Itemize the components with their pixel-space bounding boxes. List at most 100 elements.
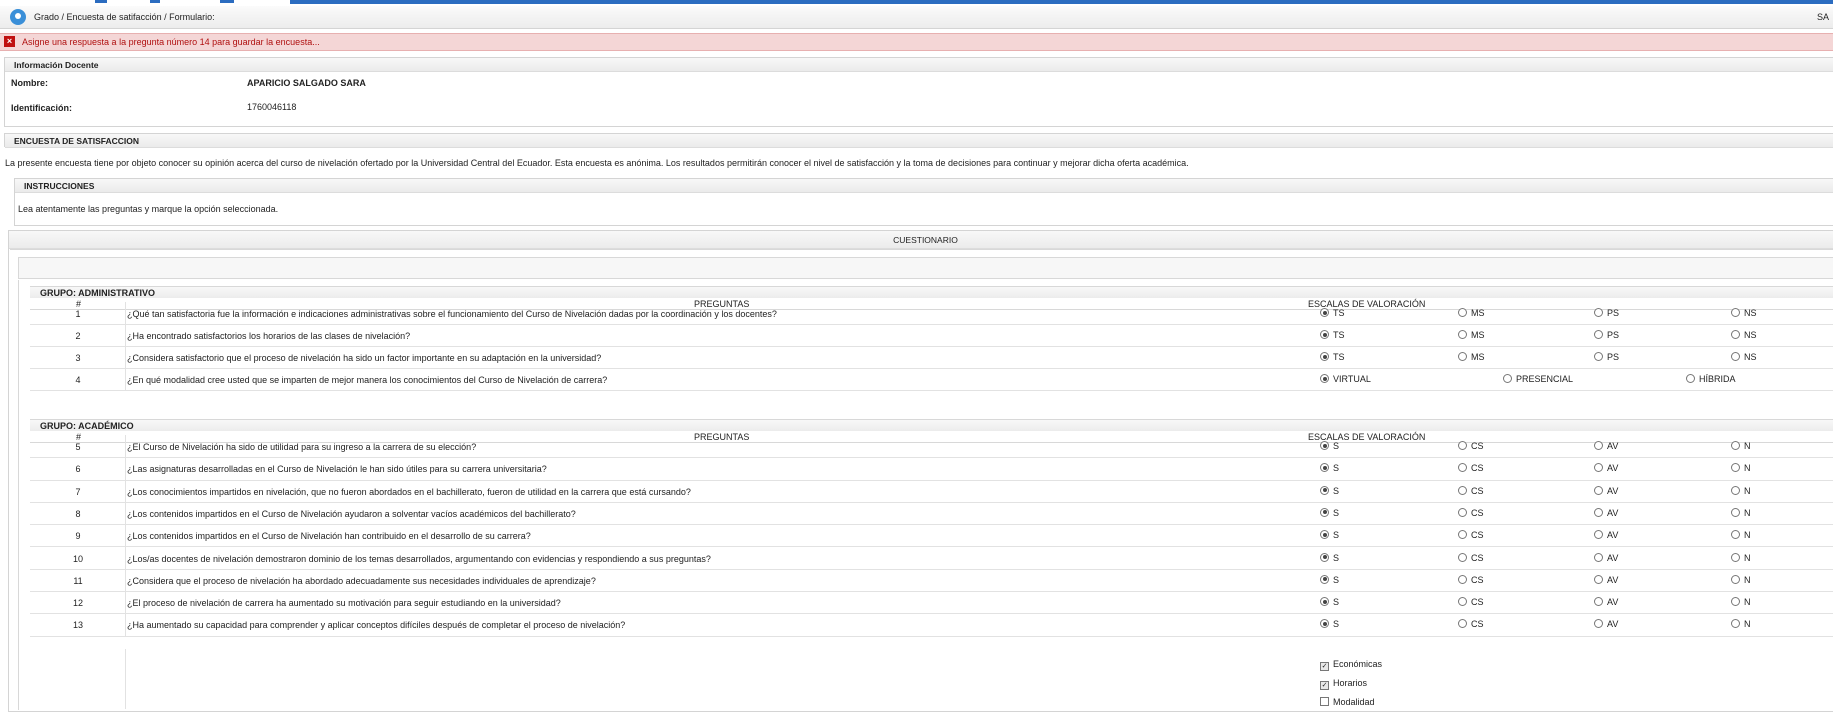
radio-button[interactable] [1686,374,1695,383]
rating-option[interactable]: N [1731,552,1751,563]
radio-button[interactable] [1320,552,1329,562]
radio-button[interactable] [1594,330,1603,339]
radio-button[interactable] [1731,485,1740,495]
rating-option[interactable]: AV [1594,530,1618,540]
rating-option[interactable]: AV [1594,485,1618,496]
rating-option[interactable]: TS [1320,352,1345,362]
radio-button[interactable] [1458,597,1467,607]
radio-button[interactable] [1320,507,1329,517]
checkbox[interactable]: ✓ [1320,681,1329,690]
rating-option[interactable]: AV [1594,597,1618,607]
rating-option[interactable]: PS [1594,330,1619,340]
radio-button[interactable] [1320,352,1329,361]
radio-button[interactable] [1731,530,1740,540]
rating-option[interactable]: MS [1458,330,1485,340]
rating-option[interactable]: CS [1458,530,1484,540]
rating-option[interactable]: CS [1458,552,1484,563]
radio-button[interactable] [1594,308,1603,317]
radio-button[interactable] [1503,374,1512,383]
radio-button[interactable] [1458,619,1467,629]
radio-button[interactable] [1731,330,1740,339]
radio-button[interactable] [1594,463,1603,473]
rating-option[interactable]: NS [1731,330,1757,340]
radio-button[interactable] [1320,530,1329,540]
rating-option[interactable]: AV [1594,619,1618,629]
rating-option[interactable]: AV [1594,463,1618,473]
rating-option[interactable]: S [1320,597,1339,607]
radio-button[interactable] [1458,485,1467,495]
rating-option[interactable]: CS [1458,507,1484,518]
checkbox[interactable]: ✓ [1320,662,1329,671]
radio-button[interactable] [1731,308,1740,317]
rating-option[interactable]: S [1320,574,1339,585]
rating-option[interactable]: AV [1594,441,1618,451]
radio-button[interactable] [1594,352,1603,361]
radio-button[interactable] [1731,441,1740,450]
rating-option[interactable]: N [1731,619,1751,629]
radio-button[interactable] [1594,574,1603,584]
radio-button[interactable] [1320,374,1329,383]
rating-option[interactable]: MS [1458,308,1485,318]
rating-option[interactable]: TS [1320,308,1345,318]
rating-option[interactable]: PS [1594,308,1619,318]
rating-option[interactable]: VIRTUAL [1320,374,1371,384]
rating-option[interactable]: AV [1594,552,1618,563]
rating-option[interactable]: N [1731,441,1751,451]
rating-option[interactable]: S [1320,552,1339,563]
radio-button[interactable] [1458,330,1467,339]
rating-option[interactable]: N [1731,463,1751,473]
radio-button[interactable] [1458,352,1467,361]
rating-option[interactable]: CS [1458,619,1484,629]
checkbox-option[interactable]: ✓ Horarios [1320,678,1367,690]
rating-option[interactable]: S [1320,441,1339,451]
rating-option[interactable]: HÍBRIDA [1686,374,1736,384]
rating-option[interactable]: N [1731,507,1751,518]
checkbox[interactable] [1320,697,1329,706]
radio-button[interactable] [1731,597,1740,607]
radio-button[interactable] [1458,574,1467,584]
rating-option[interactable]: CS [1458,485,1484,496]
rating-option[interactable]: S [1320,485,1339,496]
rating-option[interactable]: N [1731,485,1751,496]
rating-option[interactable]: CS [1458,574,1484,585]
radio-button[interactable] [1320,597,1329,607]
rating-option[interactable]: TS [1320,330,1345,340]
rating-option[interactable]: N [1731,530,1751,540]
rating-option[interactable]: S [1320,530,1339,540]
radio-button[interactable] [1594,619,1603,629]
radio-button[interactable] [1731,552,1740,562]
rating-option[interactable]: CS [1458,463,1484,473]
rating-option[interactable]: N [1731,574,1751,585]
rating-option[interactable]: NS [1731,308,1757,318]
radio-button[interactable] [1594,530,1603,540]
radio-button[interactable] [1594,552,1603,562]
radio-button[interactable] [1458,441,1467,450]
radio-button[interactable] [1458,507,1467,517]
radio-button[interactable] [1320,485,1329,495]
radio-button[interactable] [1731,352,1740,361]
radio-button[interactable] [1458,530,1467,540]
rating-option[interactable]: PS [1594,352,1619,362]
checkbox-option[interactable]: ✓ Económicas [1320,659,1382,671]
rating-option[interactable]: S [1320,507,1339,518]
radio-button[interactable] [1320,441,1329,450]
rating-option[interactable]: CS [1458,441,1484,451]
radio-button[interactable] [1320,330,1329,339]
rating-option[interactable]: S [1320,463,1339,473]
radio-button[interactable] [1458,308,1467,317]
radio-button[interactable] [1731,463,1740,473]
radio-button[interactable] [1320,619,1329,629]
radio-button[interactable] [1458,552,1467,562]
rating-option[interactable]: AV [1594,507,1618,518]
radio-button[interactable] [1320,463,1329,473]
radio-button[interactable] [1731,619,1740,629]
radio-button[interactable] [1594,507,1603,517]
close-icon[interactable]: × [4,36,15,47]
rating-option[interactable]: PRESENCIAL [1503,374,1573,384]
radio-button[interactable] [1320,308,1329,317]
radio-button[interactable] [1594,485,1603,495]
radio-button[interactable] [1458,463,1467,473]
rating-option[interactable]: NS [1731,352,1757,362]
radio-button[interactable] [1594,597,1603,607]
rating-option[interactable]: S [1320,619,1339,629]
